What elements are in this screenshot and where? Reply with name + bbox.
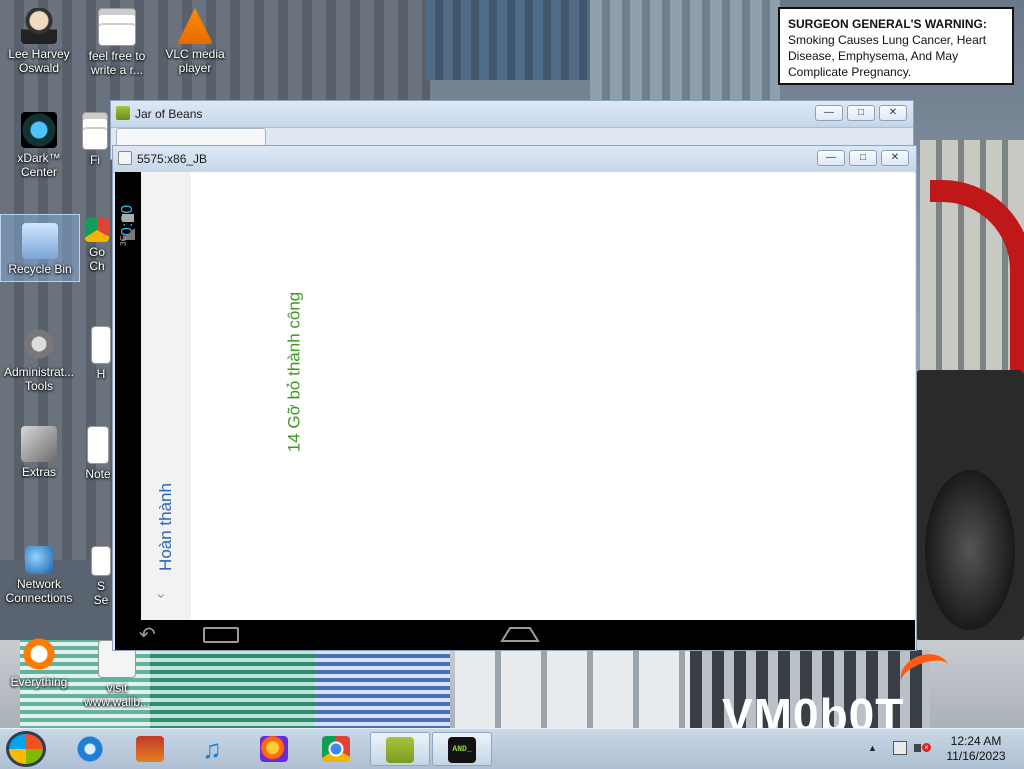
document-icon [91,326,111,364]
android-icon [386,737,414,763]
desktop-icon-google-chrome[interactable]: Go Ch [82,218,112,273]
desktop-icon-label: Recycle Bin [8,262,72,276]
surgeon-general-warning: SURGEON GENERAL'S WARNING: Smoking Cause… [778,7,1014,85]
desktop-icon-label: H [96,367,106,381]
maximize-button[interactable]: □ [849,150,877,166]
emulator-window[interactable]: 5575:x86_JB — □ ✕ 0:20 3G Hoàn thành › 1… [112,145,917,651]
and-terminal-icon: AND_ [448,737,476,763]
window-title: 5575:x86_JB [137,152,208,166]
gear-icon [21,326,57,362]
desktop-icon-label: Extras [21,465,56,479]
desktop-icon-label: VLC media player [165,47,225,75]
desktop-icon-label: visit www.wallb... [83,681,151,709]
desktop-icon-label: Go Ch [88,245,105,273]
uninstall-success-message: 14 Gỡ bỏ thành công [279,262,309,482]
desktop-icon-extras[interactable]: Extras [0,426,78,479]
desktop-icon-label: Note [85,467,111,481]
android-screen[interactable]: 0:20 3G Hoàn thành › 14 Gỡ bỏ thành công… [115,172,915,650]
chevron-down-icon[interactable]: › [154,589,170,603]
desktop-icon-label: Everything [10,675,68,689]
close-button[interactable]: ✕ [879,105,907,121]
recent-apps-icon[interactable] [203,627,239,643]
clock-time: 12:24 AM [950,734,1002,748]
firefox-icon [260,736,288,762]
desktop-icon-administrative-tools[interactable]: Administrat... Tools [0,326,78,393]
desktop-icon-label: Network Connections [5,577,73,605]
desktop-icon-recycle-bin[interactable]: Recycle Bin [0,214,80,282]
minimize-button[interactable]: — [815,105,843,121]
taskbar-internet-explorer[interactable] [64,732,116,766]
taskbar: ♫ AND_ ▲ × 12:24 AM 11/16/2023 [0,728,1024,769]
document-icon [87,426,109,464]
document-icon [91,546,111,576]
uninstall-success-text: 14 Gỡ bỏ thành công [284,291,303,453]
desktop-icon-everything[interactable]: Everything [0,636,78,689]
done-button-label: Hoàn thành [156,483,175,571]
taskbar-and-terminal[interactable]: AND_ [432,732,492,766]
home-icon[interactable] [500,625,540,643]
desktop-icon-h[interactable]: H [90,326,112,381]
chrome-icon [85,218,109,242]
xdark-icon [21,112,57,148]
window-title: Jar of Beans [135,107,203,121]
warning-body: Smoking Causes Lung Cancer, Heart Diseas… [788,33,987,79]
store-icon [136,736,164,762]
desktop-icon-xdark-center[interactable]: xDark™ Center [0,112,78,179]
wallpaper-speaker [915,370,1024,640]
network-icon [25,546,53,574]
person-icon [21,8,57,44]
desktop-icon-network-connections[interactable]: Network Connections [0,546,78,605]
wallpaper-toilets [455,650,690,730]
taskbar-store[interactable] [124,732,176,766]
back-icon[interactable]: ↶ [139,625,175,645]
maximize-button[interactable]: □ [847,105,875,121]
warning-head: SURGEON GENERAL'S WARNING: [788,17,987,31]
volume-muted-icon[interactable]: × [914,741,931,755]
desktop-icon-label: xDark™ Center [17,151,61,179]
desktop-icon-label: feel free to write a r... [88,49,146,77]
desktop-icon-feel-free[interactable]: feel free to write a r... [78,8,156,77]
desktop-icon-s[interactable]: S Se [90,546,112,607]
window-titlebar[interactable]: 5575:x86_JB — □ ✕ [113,146,916,173]
window-titlebar[interactable]: Jar of Beans — □ ✕ [111,101,913,128]
desktop-icon-fi[interactable]: Fi [78,112,112,167]
desktop-icon-lee-harvey-oswald[interactable]: Lee Harvey Oswald [0,8,78,75]
emulator-icon [118,151,132,165]
desktop-icon-label: S Se [93,579,109,607]
chrome-icon [322,736,350,762]
android-content: 14 Gỡ bỏ thành công [191,172,915,620]
desktop-icon-label: Lee Harvey Oswald [8,47,70,75]
recycle-bin-icon [22,223,58,259]
taskbar-chrome[interactable] [310,732,362,766]
desktop-icon-label: Fi [90,153,100,167]
desktop-icon-vlc[interactable]: VLC media player [156,8,234,75]
done-button[interactable]: Hoàn thành [143,472,189,582]
clock-date: 11/16/2023 [946,749,1006,763]
network-tray-icon[interactable] [893,741,907,755]
battery-icon [122,214,134,222]
show-hidden-icons-button[interactable]: ▲ [868,743,877,753]
network-type: 3G [118,235,128,246]
document-icon [82,112,108,150]
music-icon: ♫ [202,734,222,764]
jar-of-beans-icon [116,106,130,120]
folder-icon [21,426,57,462]
taskbar-clock[interactable]: 12:24 AM 11/16/2023 [936,734,1016,764]
minimize-button[interactable]: — [817,150,845,166]
start-button[interactable] [6,731,46,767]
internet-explorer-icon [76,736,104,762]
document-icon [98,8,136,46]
everything-icon [21,636,57,672]
close-button[interactable]: ✕ [881,150,909,166]
taskbar-jar-of-beans[interactable] [370,732,430,766]
vlc-icon [177,8,213,44]
taskbar-firefox[interactable] [248,732,300,766]
android-action-bar: Hoàn thành › [141,172,192,620]
wallpaper-red-arm [930,180,1024,402]
android-navigation-bar: ↶ [115,620,915,650]
desktop-icon-notepad[interactable]: Note [84,426,112,481]
android-status-bar: 0:20 3G [115,172,141,620]
desktop-icon-label: Administrat... Tools [3,365,75,393]
taskbar-music[interactable]: ♫ [186,732,238,766]
